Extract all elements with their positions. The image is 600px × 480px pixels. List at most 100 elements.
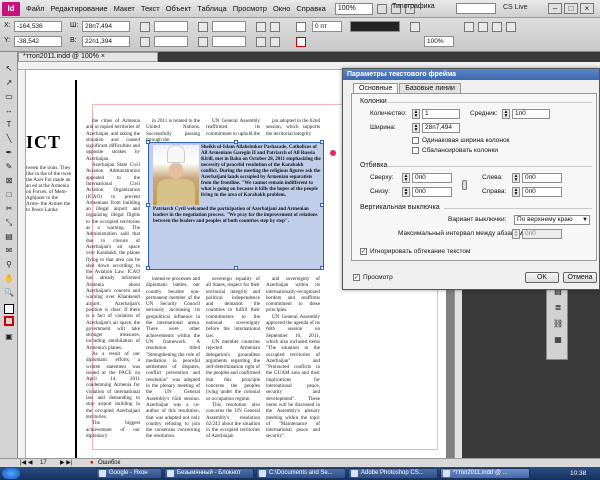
note-tool-icon[interactable]: ✉ bbox=[4, 246, 14, 256]
left-column-text[interactable]: tween the tions. They like in the of the… bbox=[26, 165, 72, 213]
effects-icon[interactable] bbox=[410, 22, 420, 32]
rectangle-tool-icon[interactable]: □ bbox=[4, 190, 14, 200]
direct-selection-tool-icon[interactable]: ↗ bbox=[4, 78, 14, 88]
layers-panel-icon[interactable]: ≣ bbox=[553, 303, 563, 313]
text-column-2-lower[interactable]: intensive processes and diplomatic battl… bbox=[146, 276, 200, 440]
shear-icon[interactable] bbox=[198, 37, 208, 47]
workspace-switcher[interactable]: Типографика bbox=[392, 3, 435, 10]
menu-layout[interactable]: Макет bbox=[111, 4, 138, 13]
view-options-icon[interactable] bbox=[376, 3, 387, 14]
out-port-icon[interactable] bbox=[330, 150, 336, 156]
gutter-spinner[interactable]: ▲ ▼ bbox=[502, 109, 510, 119]
pen-tool-icon[interactable]: ✒ bbox=[4, 148, 14, 158]
y-field[interactable]: -38,542 bbox=[14, 36, 62, 47]
pencil-tool-icon[interactable]: ✎ bbox=[4, 162, 14, 172]
taskbar-item-notepad[interactable]: Безымянный - Блокнот bbox=[164, 468, 254, 479]
inset-right-spinner[interactable]: ▲ ▼ bbox=[512, 187, 520, 197]
w-field[interactable]: 28п7,494 bbox=[82, 21, 130, 32]
next-page-button[interactable]: ▶ ▶| bbox=[60, 459, 72, 467]
h-field[interactable]: 22п1,394 bbox=[82, 36, 130, 47]
select-content-icon[interactable] bbox=[270, 37, 280, 47]
text-column-4-lower[interactable]: and sovereignty of Azerbaijan within its… bbox=[266, 276, 320, 440]
rotate-field[interactable] bbox=[212, 21, 246, 32]
resize-handle-ne[interactable] bbox=[320, 140, 324, 144]
inset-bottom-field[interactable]: 0п0 bbox=[412, 187, 452, 197]
menu-table[interactable]: Таблица bbox=[194, 4, 229, 13]
menu-view[interactable]: Просмотр bbox=[230, 4, 270, 13]
free-transform-tool-icon[interactable]: ⤡ bbox=[4, 218, 14, 228]
tab-general[interactable]: Основные bbox=[353, 83, 399, 93]
resize-handle-sw[interactable] bbox=[146, 266, 150, 270]
stroke-color-icon[interactable] bbox=[4, 316, 14, 326]
gutter-field[interactable]: 1п0 bbox=[512, 109, 550, 119]
fill-swatch-icon[interactable] bbox=[296, 22, 306, 32]
menu-help[interactable]: Справка bbox=[293, 4, 328, 13]
inset-top-field[interactable]: 0п0 bbox=[412, 173, 452, 183]
inset-left-field[interactable]: 0п0 bbox=[522, 173, 562, 183]
gap-tool-icon[interactable]: ↔ bbox=[4, 106, 14, 116]
column-width-spinner[interactable]: ▲ ▼ bbox=[412, 123, 420, 133]
align-select[interactable]: По верхнему краю ▼ bbox=[514, 215, 590, 225]
close-button[interactable]: × bbox=[580, 3, 594, 14]
selection-tool-icon[interactable]: ↖ bbox=[4, 64, 14, 74]
stroke-type-select[interactable] bbox=[350, 21, 400, 32]
stroke-swatch-icon[interactable] bbox=[296, 37, 306, 47]
help-search-input[interactable] bbox=[456, 3, 496, 14]
eyedropper-tool-icon[interactable]: ⚲ bbox=[4, 260, 14, 270]
inset-right-field[interactable]: 0п0 bbox=[522, 187, 562, 197]
ignore-wrap-checkbox[interactable]: ✓ bbox=[360, 248, 367, 255]
taskbar-item-google[interactable]: Google - Яхон bbox=[96, 468, 162, 479]
max-spacing-spinner[interactable]: ▲ ▼ bbox=[512, 229, 520, 239]
column-count-spinner[interactable]: ▲ ▼ bbox=[412, 109, 420, 119]
first-page-button[interactable]: |◀ ◀ bbox=[20, 459, 32, 467]
fixed-width-checkbox[interactable] bbox=[412, 137, 419, 144]
column-width-field[interactable]: 28п7,494 bbox=[422, 123, 460, 133]
selected-text-frame[interactable]: Sheikh ul-Islam Allahshukur Pashazade, C… bbox=[146, 140, 324, 270]
rectangle-frame-tool-icon[interactable]: ⊠ bbox=[4, 176, 14, 186]
page-tool-icon[interactable]: ▭ bbox=[4, 92, 14, 102]
error-indicator-icon[interactable]: ● bbox=[90, 459, 94, 467]
patriarch-photo[interactable] bbox=[153, 145, 199, 205]
error-status[interactable]: Ошибок bbox=[98, 459, 120, 467]
text-wrap-icon[interactable] bbox=[464, 22, 474, 32]
menu-edit[interactable]: Редактирование bbox=[47, 4, 110, 13]
x-field[interactable]: -164,536 bbox=[14, 21, 62, 32]
menu-type[interactable]: Текст bbox=[138, 4, 163, 13]
align-icon[interactable] bbox=[478, 22, 488, 32]
fit-frame-icon[interactable] bbox=[506, 22, 516, 32]
menu-object[interactable]: Объект bbox=[163, 4, 195, 13]
text-column-4[interactable]: jan adopted in the 62nd session, which s… bbox=[266, 118, 320, 137]
text-column-3[interactable]: UN General Assembly reaffirmed its commi… bbox=[206, 118, 260, 137]
inset-bottom-spinner[interactable]: ▲ ▼ bbox=[402, 187, 410, 197]
flip-horizontal-icon[interactable] bbox=[256, 22, 266, 32]
gradient-tool-icon[interactable]: ▤ bbox=[4, 232, 14, 242]
balance-columns-checkbox[interactable] bbox=[412, 147, 419, 154]
line-tool-icon[interactable]: ╲ bbox=[4, 134, 14, 144]
links-panel-icon[interactable]: ⛓ bbox=[553, 319, 563, 329]
article-heading[interactable]: ICT bbox=[26, 132, 61, 153]
flip-vertical-icon[interactable] bbox=[270, 22, 280, 32]
taskbar-item-indesign[interactable]: *ттоп2011.indd @ ... bbox=[440, 468, 530, 479]
resize-handle-nw[interactable] bbox=[146, 140, 150, 144]
page-number-field[interactable]: 17 bbox=[40, 459, 47, 467]
scale-y-icon[interactable] bbox=[140, 37, 150, 47]
type-tool-icon[interactable]: T bbox=[4, 120, 14, 130]
zoom-level-field[interactable]: 100% bbox=[334, 2, 373, 15]
resize-handle-s[interactable] bbox=[234, 266, 238, 270]
resize-handle-e[interactable] bbox=[320, 203, 324, 207]
scale-y-field[interactable] bbox=[154, 36, 188, 47]
text-column-3-lower[interactable]: sovereign equality of all States, respec… bbox=[206, 276, 260, 440]
scale-x-field[interactable] bbox=[154, 21, 188, 32]
start-button[interactable] bbox=[2, 468, 20, 479]
screen-mode-tool-icon[interactable]: ▣ bbox=[4, 332, 14, 342]
menu-file[interactable]: Файл bbox=[23, 4, 47, 13]
scissors-tool-icon[interactable]: ✂ bbox=[4, 204, 14, 214]
ok-button[interactable]: OK bbox=[525, 272, 559, 283]
taskbar-item-explorer[interactable]: C:\Documents and Se... bbox=[256, 468, 346, 479]
maximize-button[interactable]: □ bbox=[564, 3, 578, 14]
fitting-icon[interactable] bbox=[492, 22, 502, 32]
scale-x-icon[interactable] bbox=[140, 22, 150, 32]
resize-handle-se[interactable] bbox=[320, 266, 324, 270]
stroke-weight-field[interactable]: 0 пт bbox=[312, 21, 342, 32]
chain-link-icon[interactable] bbox=[462, 180, 467, 190]
